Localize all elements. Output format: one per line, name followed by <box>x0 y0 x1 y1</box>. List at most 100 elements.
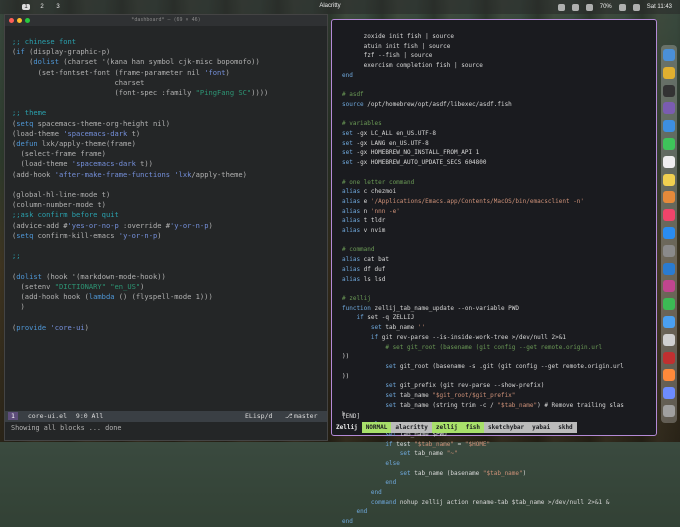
battery-percent[interactable]: 70% <box>600 4 612 10</box>
battery-icon[interactable] <box>618 3 626 11</box>
zellij-tab-zellij[interactable]: Zellij <box>332 422 362 433</box>
terminal-code-line: alias v nvim <box>342 227 386 235</box>
terminal-code-line: # variables <box>342 120 382 128</box>
terminal-code-line: alias df duf <box>342 265 386 273</box>
emacs-code-line: (column-number-mode t) <box>12 200 106 210</box>
workspace-2[interactable]: 2 <box>38 4 46 10</box>
terminal-code-line: exercism completion fish | source <box>342 62 483 70</box>
finder-icon[interactable] <box>663 49 675 61</box>
appstore-icon[interactable] <box>663 227 675 239</box>
emacs-titlebar: *dashboard* — (69 × 46) <box>5 15 327 26</box>
emacs-code-line: (defun lxk/apply-theme(frame) <box>12 139 136 149</box>
terminal-editor-buffer[interactable]: zoxide init fish | source atuin init fis… <box>342 32 624 527</box>
menubar-clock[interactable]: Sat 11:43 <box>647 4 672 10</box>
zellij-tab-skhd[interactable]: skhd <box>554 422 577 433</box>
emacs-code-line: (load-theme 'spacemacs-dark t)) <box>12 159 153 169</box>
zellij-tab-normal[interactable]: NORMAL <box>361 422 392 433</box>
terminal-code-line: alias t tldr <box>342 217 386 225</box>
music-icon[interactable] <box>663 209 675 222</box>
zotero-icon[interactable] <box>663 351 675 364</box>
pager-end-indicator: [END] <box>342 413 361 420</box>
safari-icon[interactable] <box>663 316 675 328</box>
terminal-code-line: end <box>370 489 382 497</box>
terminal-code-line: zoxide init fish | source <box>342 33 454 40</box>
settings-icon[interactable] <box>663 244 675 257</box>
calendar-icon[interactable] <box>663 155 675 168</box>
emacs-code-line: ;; theme <box>12 108 47 118</box>
trash-icon[interactable] <box>663 405 675 417</box>
terminal-code-line: # set git_root (basename (git config --g… <box>342 343 603 351</box>
major-mode: ELisp/d <box>245 412 273 420</box>
terminal-code-line: alias c chezmoi <box>342 188 397 196</box>
terminal-code-line: set git_prefix (git rev-parse --show-pre… <box>385 382 545 390</box>
terminal-code-line: set tab_name '' <box>370 324 426 332</box>
terminal-code-line: end <box>342 518 353 526</box>
emacs-code-line <box>12 261 268 271</box>
zellij-tab-fish[interactable]: fish <box>461 422 485 433</box>
zellij-tab-alacritty[interactable]: alacritty <box>391 422 432 433</box>
emacs-code-line: (if (display-graphic-p) <box>12 47 111 57</box>
git-branch: master <box>294 412 318 420</box>
preview-icon[interactable] <box>663 333 675 346</box>
terminal-code-line: set tab_name (basename "$tab_name") <box>399 469 527 477</box>
reminders-icon[interactable] <box>663 369 675 382</box>
emacs-code-line: (setq spacemacs-theme-org-height nil) <box>12 118 171 128</box>
emacs-icon[interactable] <box>663 102 675 115</box>
terminal-code-line: # zellij <box>342 294 371 302</box>
terminal-code-line: # one letter command <box>342 178 415 186</box>
zellij-tab-yabai[interactable]: yabai <box>528 422 555 433</box>
emacs-code-line: (set-fontset-font (frame-parameter nil '… <box>12 67 230 77</box>
messages-icon[interactable] <box>663 138 675 150</box>
zellij-tab-zellij[interactable]: zellij <box>431 422 462 433</box>
slack-icon[interactable] <box>663 280 675 293</box>
terminal-code-line: set -gx LC_ALL en_US.UTF-8 <box>342 130 436 138</box>
zellij-tab-sketchybar[interactable]: sketchybar <box>484 422 529 433</box>
emacs-code-line <box>12 98 268 108</box>
zoom-button[interactable] <box>25 18 30 23</box>
menu-bar: 1 2 3 Alacritty 70% Sat 11:43 <box>0 0 680 14</box>
window-number-badge: 1 <box>8 412 18 420</box>
workspace-3[interactable]: 3 <box>54 4 62 10</box>
chrome-icon[interactable] <box>663 66 675 79</box>
volume-icon[interactable] <box>571 3 579 11</box>
terminal-code-line: set -gx LANG en_US.UTF-8 <box>342 139 429 147</box>
terminal-code-line: end <box>356 508 368 516</box>
emacs-editor-buffer[interactable]: ;; chinese font (if (display-graphic-p) (… <box>12 37 268 333</box>
focused-app-title: Alacritty <box>319 3 341 9</box>
wifi-icon[interactable] <box>557 3 565 11</box>
terminal-code-line: fzf --fish | source <box>342 52 433 60</box>
terminal-code-line: alias n 'nnn -e' <box>342 207 400 215</box>
terminal-code-line: set -gx HOMEBREW_NO_INSTALL_FROM_API 1 <box>342 149 480 157</box>
workspace-1[interactable]: 1 <box>22 4 30 10</box>
emacs-code-line: (add-hook hook (lambda () (flyspell-mode… <box>12 292 213 302</box>
dock <box>661 45 677 423</box>
terminal-code-line: set tab_name "~" <box>399 450 458 458</box>
terminal-code-line <box>342 110 624 120</box>
downloads-icon[interactable] <box>663 387 675 400</box>
emacs-window[interactable]: *dashboard* — (69 × 46) ;; chinese font(… <box>4 14 328 441</box>
vscode-icon[interactable] <box>663 262 675 275</box>
emacs-code-line: (setq confirm-kill-emacs 'y-or-n-p) <box>12 230 162 240</box>
emacs-code-line: ;;ask confirm before quit <box>12 210 119 220</box>
terminal-code-line: # asdf <box>342 91 364 99</box>
minimize-button[interactable] <box>17 18 22 23</box>
terminal-code-line: set tab_name (string trim -c / "$tab_nam… <box>385 401 624 409</box>
window-controls <box>9 18 30 23</box>
terminal-icon[interactable] <box>663 84 675 97</box>
bluetooth-icon[interactable] <box>585 3 593 11</box>
alacritty-terminal[interactable]: zoxide init fish | source atuin init fis… <box>331 19 657 525</box>
emacs-code-line: (select-frame frame) <box>12 149 106 159</box>
emacs-code-line: (dolist (charset '(kana han symbol cjk-m… <box>12 57 260 67</box>
notes-icon[interactable] <box>663 173 675 186</box>
wechat-icon[interactable] <box>663 298 675 311</box>
close-button[interactable] <box>9 18 14 23</box>
photos-icon[interactable] <box>663 191 675 204</box>
terminal-code-line: )) <box>342 372 350 380</box>
terminal-code-line: source /opt/homebrew/opt/asdf/libexec/as… <box>342 100 512 108</box>
mail-icon[interactable] <box>663 120 675 133</box>
emacs-code-line: (global-hl-line-mode t) <box>12 190 111 200</box>
control-center-icon[interactable] <box>632 3 640 11</box>
emacs-code-line: (provide 'core-ui) <box>12 322 89 332</box>
emacs-code-line <box>12 180 268 190</box>
git-branch-icon: ⎇ <box>285 412 293 420</box>
